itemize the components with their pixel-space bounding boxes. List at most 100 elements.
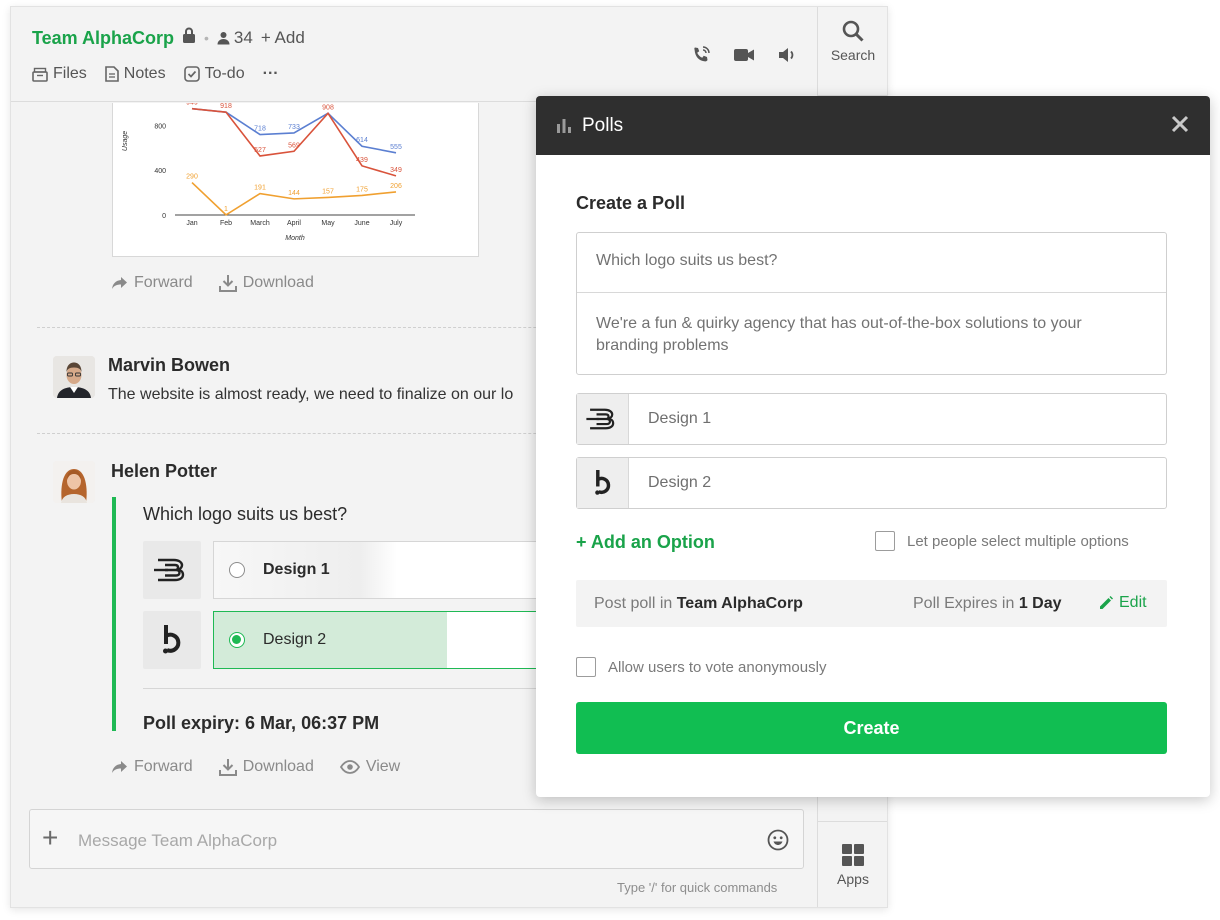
edit-settings-button[interactable]: Edit (1099, 594, 1147, 612)
add-member-button[interactable]: + Add (261, 28, 305, 48)
anonymous-option[interactable]: Allow users to vote anonymously (576, 657, 826, 677)
x-tick-label: April (287, 220, 301, 227)
attachment-actions: Forward Download (111, 274, 314, 292)
message-text: The website is almost ready, we need to … (108, 386, 514, 403)
search-icon (842, 20, 864, 42)
forward-arrow-icon (112, 277, 127, 289)
notes-label: Notes (123, 65, 166, 82)
todo-label: To-do (204, 65, 245, 82)
bd-logo-icon (585, 408, 614, 430)
multi-select-option[interactable]: Let people select multiple options (875, 531, 1129, 551)
speaker-icon[interactable] (777, 46, 797, 64)
y-axis-label: Usage (122, 131, 129, 151)
channel-header: Team AlphaCorp • 34 + Add Files Notes To… (11, 7, 819, 102)
files-tab[interactable]: Files (32, 65, 87, 83)
team-title-row: Team AlphaCorp • 34 + Add (32, 27, 305, 49)
download-button[interactable]: Download (218, 274, 314, 292)
design-1-logo[interactable] (577, 394, 629, 444)
poll-option-2-result-bar (214, 612, 448, 668)
attach-plus-button[interactable]: + (42, 824, 58, 852)
message-author[interactable]: Helen Potter (111, 461, 217, 482)
video-call-icon[interactable] (733, 47, 755, 63)
poll-settings-row: Post poll in Team AlphaCorp Poll Expires… (576, 580, 1167, 627)
search-label: Search (830, 47, 876, 63)
x-tick-label: Jan (186, 220, 197, 227)
notes-tab[interactable]: Notes (104, 65, 166, 83)
message-input[interactable]: Message Team AlphaCorp (78, 831, 277, 851)
create-poll-button[interactable]: Create (576, 702, 1167, 754)
poll-option-1-label: Design 1 (263, 561, 330, 578)
search-button[interactable]: Search (818, 19, 887, 63)
data-label: 569 (288, 142, 300, 149)
files-label: Files (53, 65, 87, 82)
poll-option-1[interactable]: Design 1 (213, 541, 548, 599)
polls-dialog: Polls Create a Poll Which logo suits us … (536, 96, 1210, 797)
poll-question-input[interactable]: Which logo suits us best? (577, 233, 1166, 293)
add-option-button[interactable]: + Add an Option (576, 532, 715, 553)
y-tick-label: 800 (154, 123, 166, 130)
close-icon[interactable] (1170, 114, 1190, 140)
download-button[interactable]: Download (218, 758, 314, 776)
phone-call-icon[interactable] (691, 45, 711, 65)
message-author[interactable]: Marvin Bowen (108, 355, 230, 376)
download-label: Download (242, 274, 314, 291)
member-count[interactable]: 34 (217, 28, 253, 48)
channel-tools: Files Notes To-do ··· (32, 65, 279, 83)
poll-question-box: Which logo suits us best? We're a fun & … (576, 232, 1167, 375)
download-icon (218, 275, 237, 292)
data-label: 949 (186, 103, 198, 107)
data-label: 918 (220, 103, 232, 110)
data-label: 349 (390, 167, 402, 174)
b-logo-icon (163, 625, 181, 654)
data-label: 555 (390, 144, 402, 151)
forward-label: Forward (134, 758, 193, 775)
poll-option-2-text: Design 2 (648, 474, 712, 491)
design-1-logo (143, 541, 201, 599)
data-label: 733 (288, 124, 300, 131)
data-label: 527 (254, 147, 266, 154)
multi-select-label: Let people select multiple options (907, 532, 1129, 550)
apps-button[interactable]: Apps (818, 843, 887, 887)
usage-line-chart: 0 400 800 Jan Feb March April May June July Month U… (122, 100, 415, 242)
forward-button[interactable]: Forward (111, 758, 193, 776)
lock-icon (182, 27, 196, 49)
data-label: 908 (322, 104, 334, 111)
emoji-icon[interactable] (767, 829, 789, 856)
poll-actions: Forward Download View (111, 758, 400, 776)
poll-option-input-2[interactable]: Design 2 (576, 457, 1167, 509)
edit-label: Edit (1119, 594, 1147, 611)
sidebar-divider (818, 821, 887, 822)
poll-question: Which logo suits us best? (143, 504, 348, 524)
forward-button[interactable]: Forward (111, 274, 193, 292)
expiry-value: 1 Day (1018, 595, 1062, 612)
todo-tab[interactable]: To-do (183, 65, 245, 83)
x-axis-label: Month (285, 235, 305, 242)
create-poll-heading: Create a Poll (576, 193, 686, 213)
view-button[interactable]: View (339, 758, 400, 776)
poll-option-2[interactable]: Design 2 (213, 611, 548, 669)
bd-logo-icon (154, 558, 185, 582)
multi-select-checkbox[interactable] (875, 531, 895, 551)
anonymous-label: Allow users to vote anonymously (608, 658, 827, 676)
polls-dialog-header: Polls (536, 96, 1210, 155)
poll-option-2-radio[interactable] (229, 632, 245, 648)
data-label: 191 (254, 185, 266, 192)
design-2-logo[interactable] (577, 458, 629, 508)
poll-option-input-1[interactable]: Design 1 (576, 393, 1167, 445)
bar-chart-icon (557, 118, 571, 133)
poll-option-1-radio[interactable] (229, 562, 245, 578)
data-label: 144 (288, 190, 300, 197)
poll-description-input[interactable]: We're a fun & quirky agency that has out… (596, 313, 1147, 357)
b-logo-icon (594, 470, 610, 495)
avatar[interactable] (53, 356, 95, 398)
more-options-button[interactable]: ··· (263, 65, 279, 83)
avatar[interactable] (53, 461, 95, 503)
team-name[interactable]: Team AlphaCorp (32, 28, 174, 49)
forward-arrow-icon (112, 761, 127, 773)
data-label: 157 (322, 188, 334, 195)
person-icon (217, 32, 230, 45)
chart-attachment[interactable]: 0 400 800 Jan Feb March April May June July Month U… (112, 100, 479, 257)
apps-label: Apps (837, 871, 869, 887)
x-tick-label: May (321, 220, 335, 227)
anonymous-checkbox[interactable] (576, 657, 596, 677)
